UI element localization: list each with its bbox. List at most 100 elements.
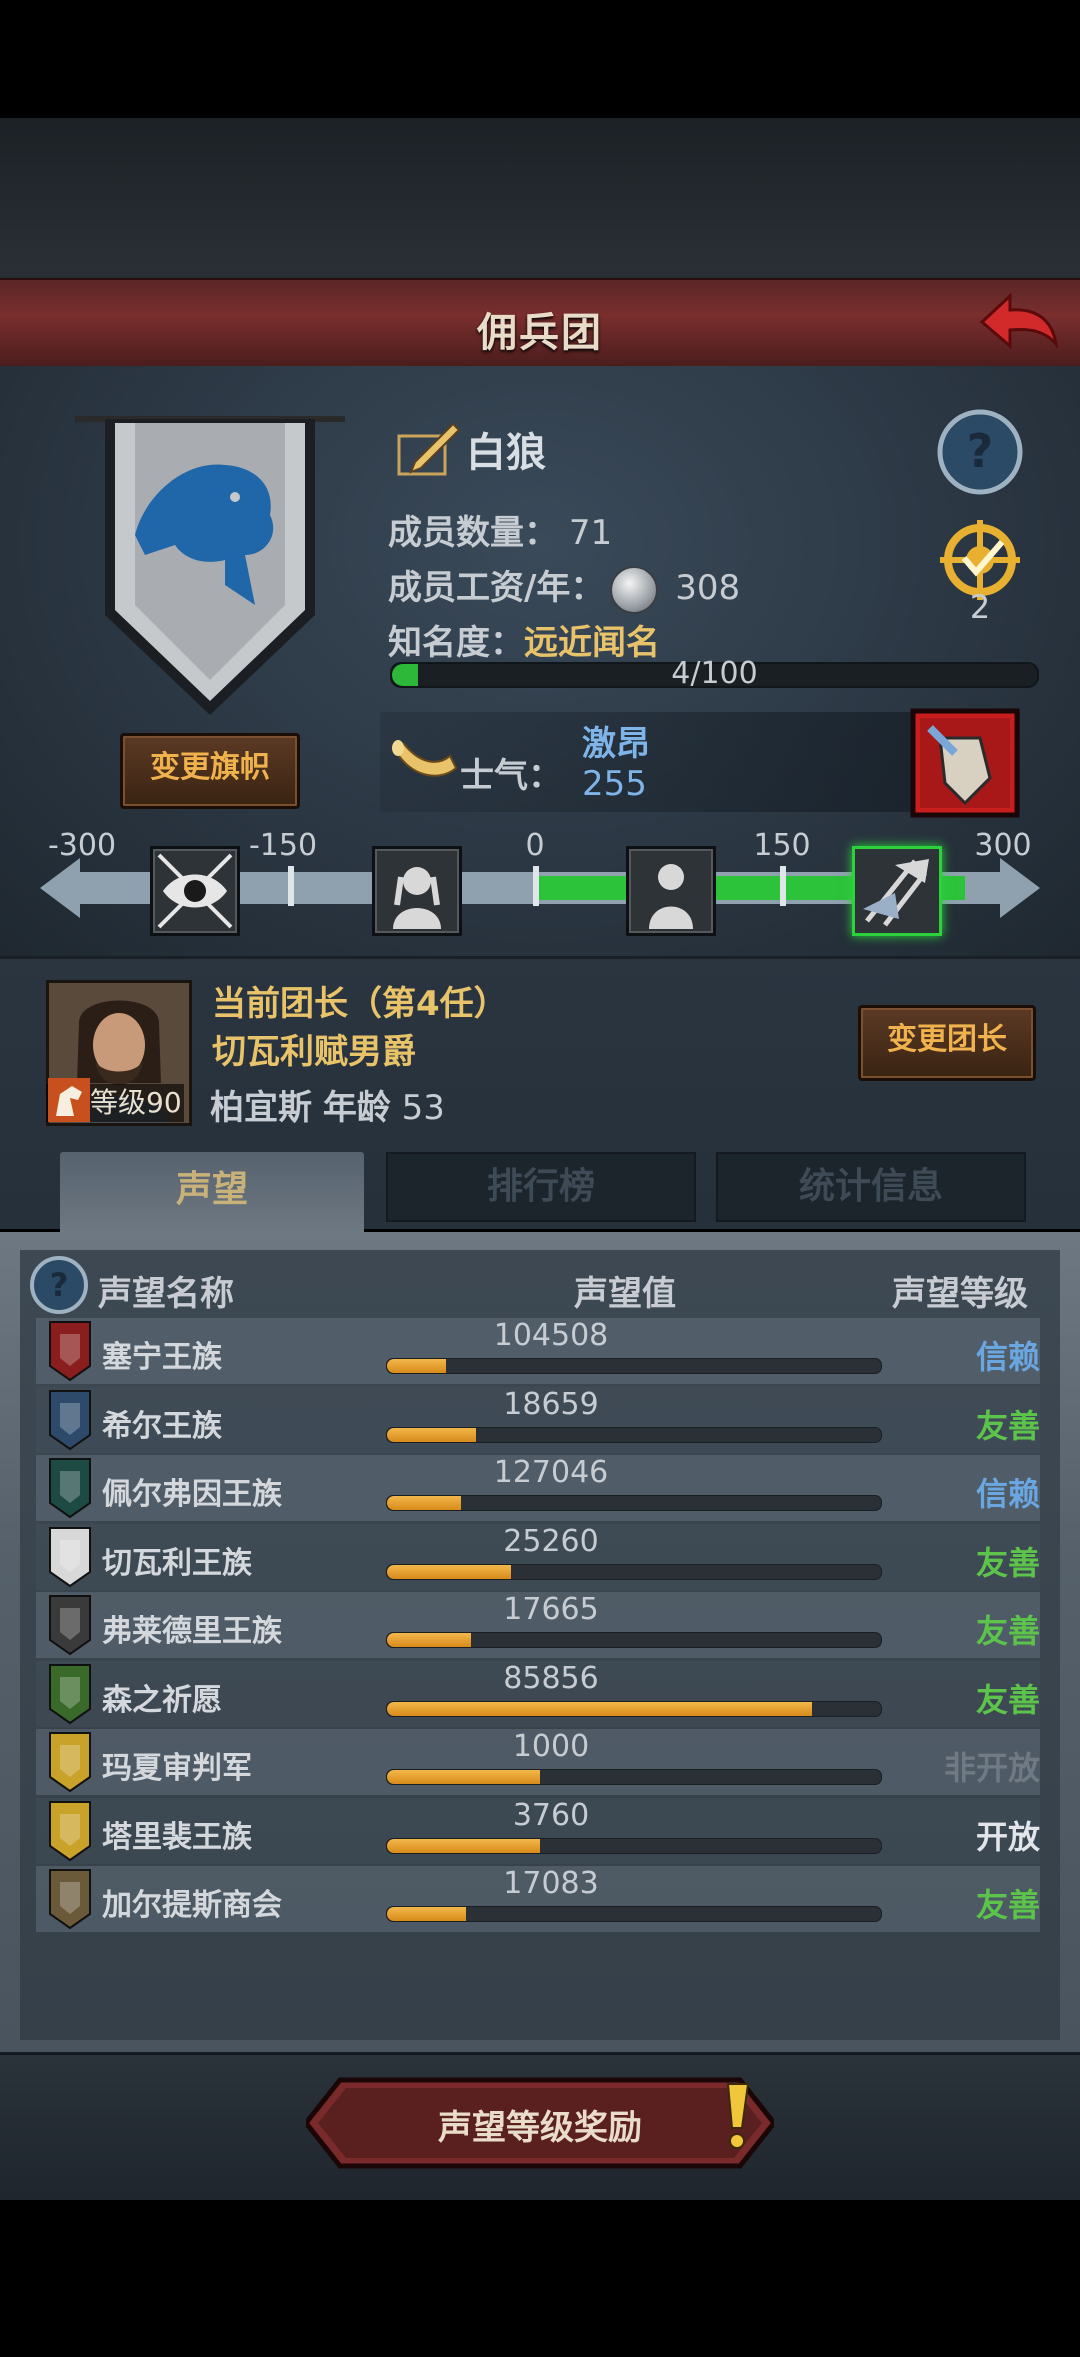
fame-progress-bar: 4/100 xyxy=(390,656,1039,691)
reputation-level: 友善 xyxy=(975,1886,1040,1924)
reputation-value: 25260 xyxy=(503,1523,599,1559)
leader-info: 柏宜斯 年龄 53 xyxy=(210,1080,445,1129)
morale-status: 激昂 xyxy=(582,724,650,764)
reputation-bar xyxy=(386,1632,882,1648)
morale-despair-icon[interactable] xyxy=(150,846,240,936)
faction-emblem-icon xyxy=(49,1389,91,1450)
scale-marker-1 xyxy=(288,866,294,906)
reputation-level: 信赖 xyxy=(975,1475,1040,1513)
horse-emblem-icon xyxy=(48,1078,90,1122)
table-row[interactable]: 弗莱德里王族 17665 友善 xyxy=(36,1592,1040,1658)
morale-high-icon[interactable] xyxy=(852,846,942,936)
reputation-level: 友善 xyxy=(975,1680,1040,1719)
horn-icon xyxy=(392,740,458,777)
reputation-bar xyxy=(386,1906,882,1922)
faction-emblem-icon xyxy=(49,1732,91,1793)
reputation-bar-fill xyxy=(387,1770,541,1784)
reputation-value: 17665 xyxy=(503,1592,599,1627)
reputation-level: 友善 xyxy=(975,1406,1040,1445)
tab-ranking[interactable]: 排行榜 xyxy=(386,1152,696,1222)
company-banner-flag xyxy=(75,416,345,715)
morale-normal-icon[interactable] xyxy=(626,846,716,936)
leader-age-label: 年龄 xyxy=(322,1088,391,1128)
leader-rank: 切瓦利赋男爵 xyxy=(212,1032,416,1072)
change-leader-button[interactable]: 变更团长 xyxy=(858,1005,1036,1081)
reputation-bar xyxy=(386,1769,882,1785)
table-row[interactable]: 塞宁王族 104508 信赖 xyxy=(36,1318,1040,1384)
reputation-value: 17083 xyxy=(503,1866,599,1901)
morale-effect-icon[interactable] xyxy=(910,708,1020,818)
scale-tick-1: -300 xyxy=(47,828,117,863)
reputation-bar xyxy=(386,1495,882,1511)
reputation-value: 1000 xyxy=(512,1729,590,1764)
company-name: 白狼 xyxy=(466,430,546,476)
back-arrow-icon[interactable] xyxy=(972,288,1062,358)
svg-text:?: ? xyxy=(50,1266,69,1304)
reputation-bar xyxy=(386,1700,882,1717)
table-row[interactable]: 森之祈愿 85856 友善 xyxy=(36,1660,1040,1727)
leader-age: 53 xyxy=(401,1088,445,1128)
table-row[interactable]: 希尔王族 18659 友善 xyxy=(36,1386,1040,1453)
reputation-value: 104508 xyxy=(493,1318,609,1353)
reputation-level: 开放 xyxy=(975,1817,1040,1856)
leader-name: 柏宜斯 xyxy=(210,1088,312,1128)
page-title: 佣兵团 xyxy=(477,310,603,356)
leader-title: 当前团长（第4任） xyxy=(212,984,508,1024)
table-row[interactable]: 加尔提斯商会 17083 友善 xyxy=(36,1866,1040,1932)
faction-name: 塞宁王族 xyxy=(102,1340,222,1375)
morale-label: 士气： xyxy=(460,756,562,796)
mission-count: 2 xyxy=(969,588,991,626)
reputation-bar-fill xyxy=(387,1907,467,1921)
faction-name: 希尔王族 xyxy=(102,1408,222,1444)
fame-progress-text: 4/100 xyxy=(671,656,758,691)
members-stat: 成员数量： 71 xyxy=(388,505,612,554)
reputation-value: 127046 xyxy=(493,1455,609,1490)
faction-emblem-icon xyxy=(49,1595,91,1656)
header-banner: 佣兵团 xyxy=(0,278,1080,371)
faction-name: 森之祈愿 xyxy=(102,1682,222,1718)
table-row[interactable]: 塔里裴王族 3760 开放 xyxy=(36,1797,1040,1864)
table-row[interactable]: 切瓦利王族 25260 友善 xyxy=(36,1523,1040,1590)
change-flag-button[interactable]: 变更旗帜 xyxy=(120,733,300,809)
reputation-bar-fill xyxy=(387,1496,462,1510)
scale-marker-2 xyxy=(533,866,539,906)
reputation-level: 友善 xyxy=(975,1612,1040,1650)
reputation-bar xyxy=(386,1563,882,1580)
reputation-bar-fill xyxy=(387,1427,476,1442)
members-value: 71 xyxy=(568,513,613,553)
morale-low-icon[interactable] xyxy=(372,846,462,936)
faction-emblem-icon xyxy=(49,1663,91,1724)
reputation-bar-fill xyxy=(387,1564,511,1579)
reputation-level: 信赖 xyxy=(975,1338,1040,1376)
reputation-bar-fill xyxy=(387,1838,541,1853)
scale-tick-2: -150 xyxy=(248,828,318,863)
faction-emblem-icon xyxy=(49,1321,91,1382)
morale-value: 255 xyxy=(582,764,647,804)
faction-name: 玛夏审判军 xyxy=(102,1751,252,1786)
salary-label: 成员工资/年： xyxy=(388,568,605,608)
reputation-bar-fill xyxy=(387,1633,471,1647)
reputation-level: 友善 xyxy=(975,1543,1040,1582)
svg-text:?: ? xyxy=(967,424,994,478)
column-header-level: 声望等级 xyxy=(892,1274,1028,1314)
tab-reputation[interactable]: 声望 xyxy=(60,1152,364,1236)
faction-emblem-icon xyxy=(49,1458,91,1519)
table-row[interactable]: 玛夏审判军 1000 非开放 xyxy=(36,1729,1040,1795)
tab-statistics[interactable]: 统计信息 xyxy=(716,1152,1026,1222)
exclamation-icon xyxy=(726,2083,750,2149)
faction-name: 塔里裴王族 xyxy=(102,1819,252,1855)
reputation-bar-fill xyxy=(387,1701,812,1716)
reputation-help-icon[interactable]: ? xyxy=(28,1254,90,1316)
reputation-bar xyxy=(386,1358,882,1374)
silver-coin-icon xyxy=(610,565,659,614)
table-row[interactable]: 佩尔弗因王族 127046 信赖 xyxy=(36,1455,1040,1521)
reputation-bar xyxy=(386,1837,882,1854)
edit-name-icon[interactable] xyxy=(395,418,461,478)
salary-value: 308 xyxy=(675,568,741,608)
members-label: 成员数量： xyxy=(388,513,558,553)
faction-name: 加尔提斯商会 xyxy=(102,1888,282,1923)
faction-name: 佩尔弗因王族 xyxy=(102,1477,282,1512)
faction-name: 弗莱德里王族 xyxy=(102,1614,282,1649)
faction-emblem-icon xyxy=(49,1526,91,1587)
help-icon[interactable]: ? xyxy=(935,407,1025,497)
